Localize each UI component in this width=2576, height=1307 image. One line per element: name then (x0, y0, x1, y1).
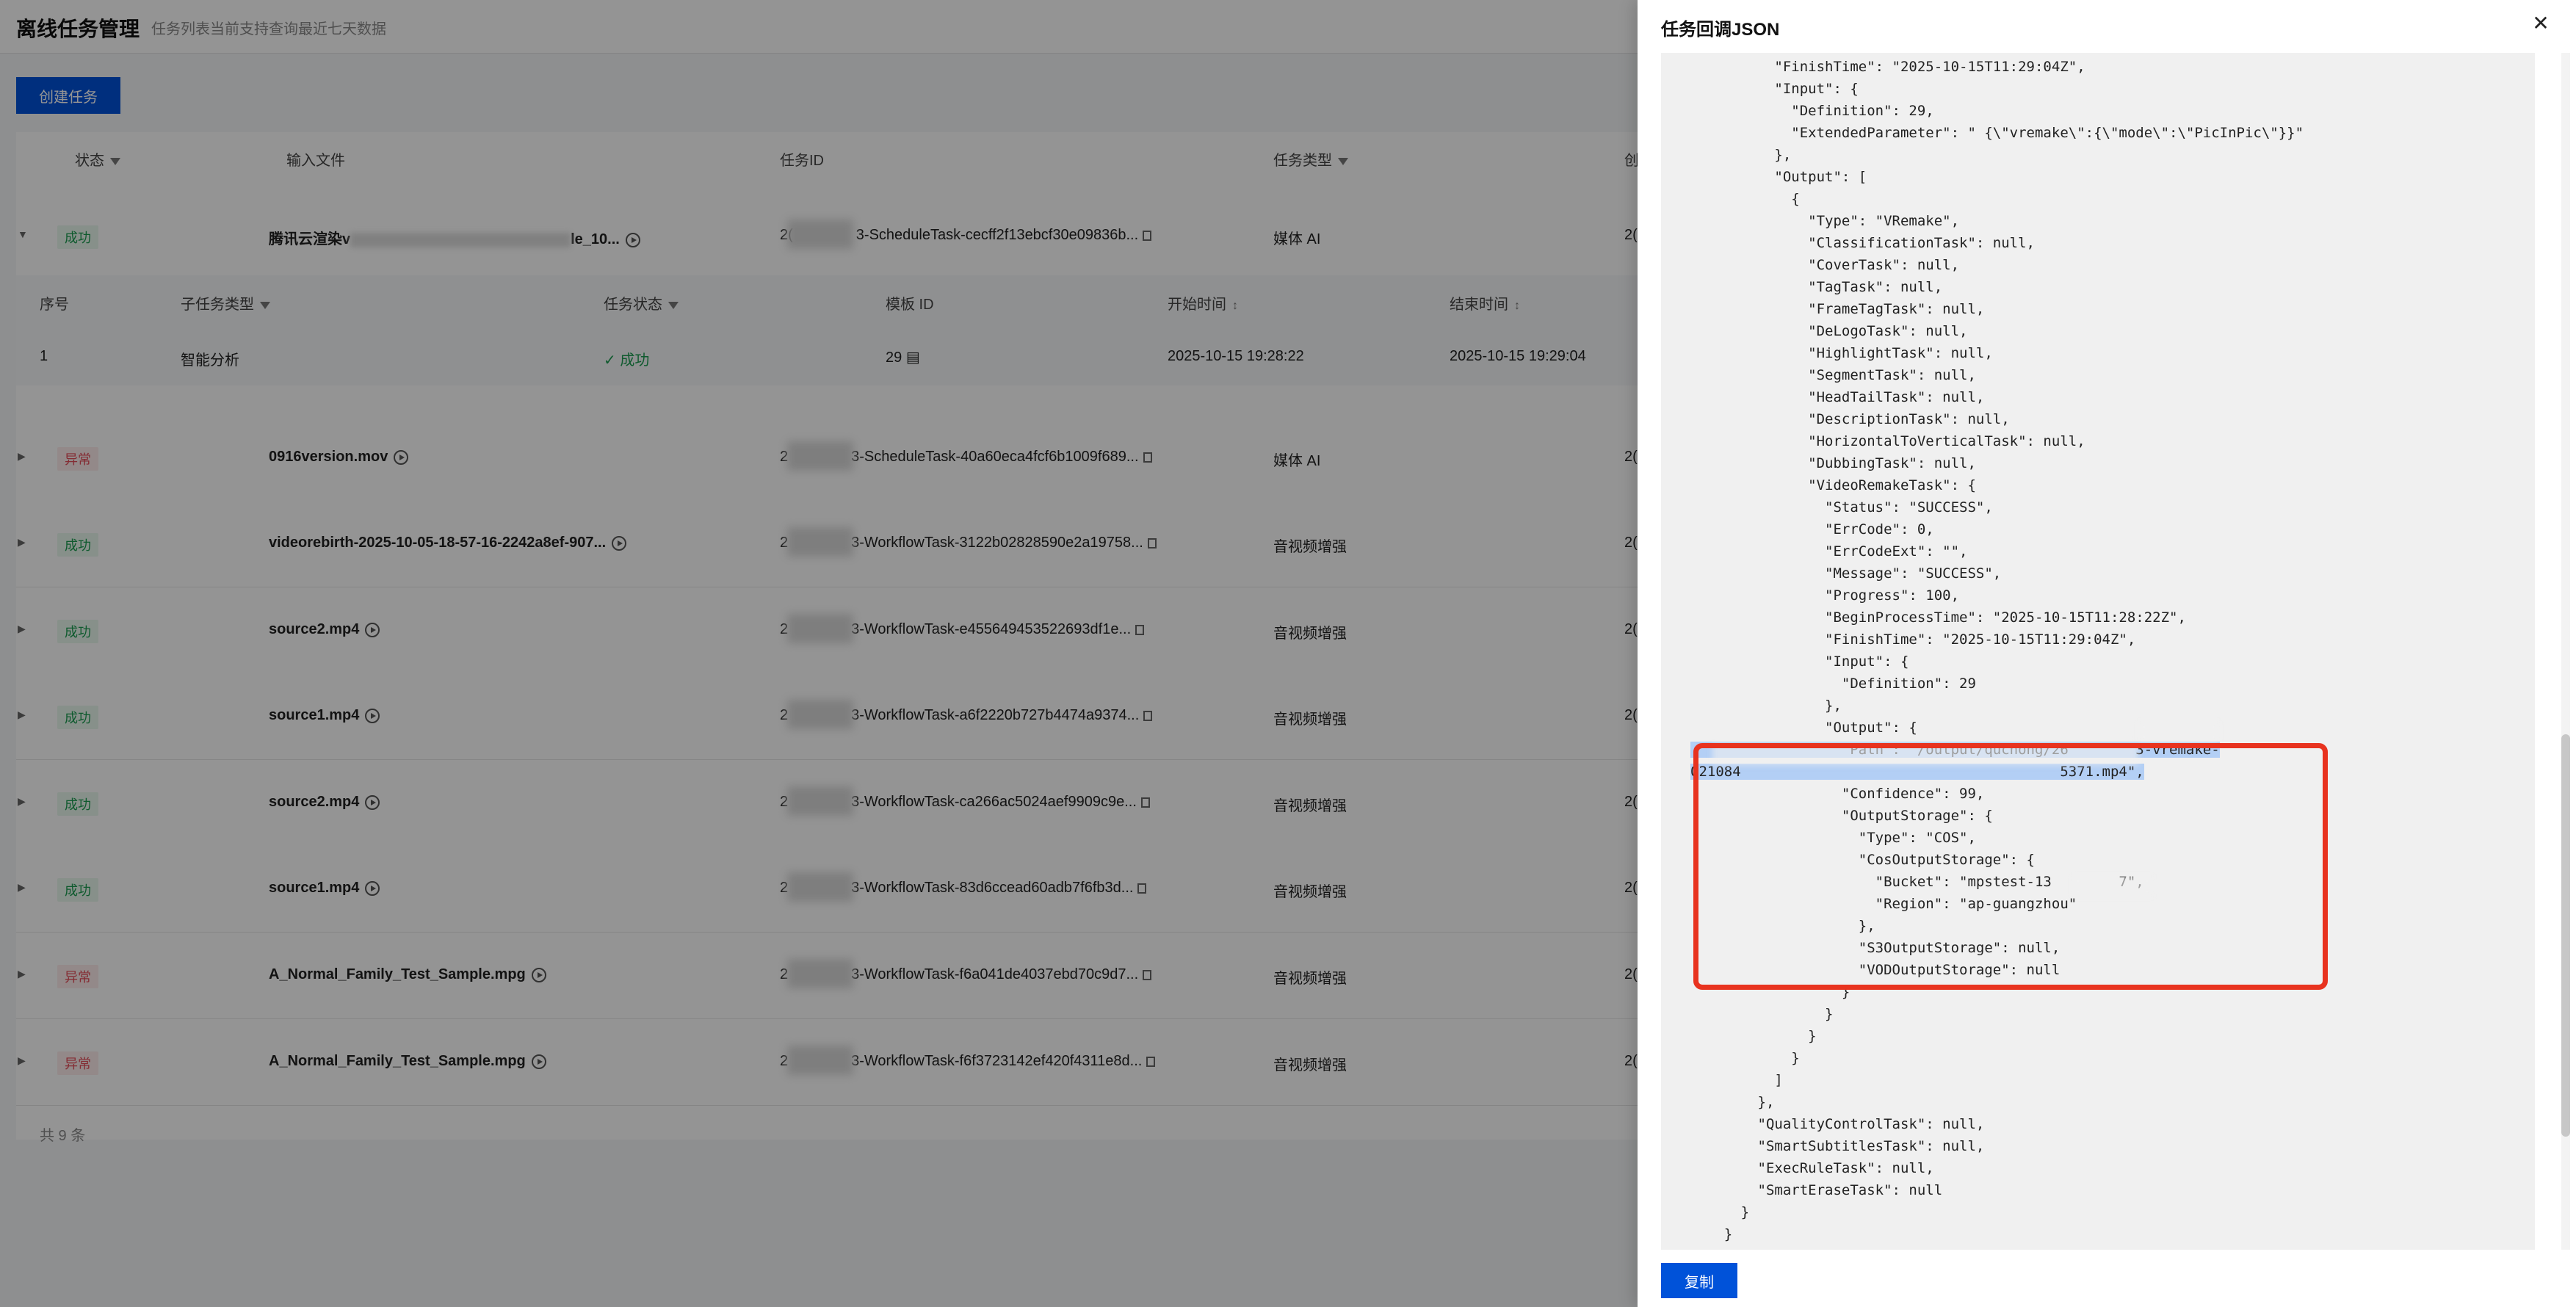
scrollbar-thumb[interactable] (2561, 734, 2570, 1137)
code-line: } (1690, 1050, 1800, 1066)
code-line: "SmartSubtitlesTask": null, (1690, 1138, 1985, 1154)
code-line: "FinishTime": "2025-10-15T11:29:04Z", (1690, 631, 2136, 648)
code-line: "Progress": 100, (1690, 587, 1960, 604)
code-line: "ExecRuleTask": null, (1690, 1160, 1934, 1176)
code-line: "QualityControlTask": null, (1690, 1116, 1985, 1132)
code-line: "ClassificationTask": null, (1690, 235, 2035, 251)
code-line: "Status": "SUCCESS", (1690, 499, 1993, 515)
code-line: }, (1690, 147, 1792, 163)
code-line: "DescriptionTask": null, (1690, 411, 2010, 427)
code-line: "HorizontalToVerticalTask": null, (1690, 433, 2085, 449)
code-line: "TagTask": null, (1690, 279, 1943, 295)
drawer-title: 任务回调JSON (1661, 20, 1780, 40)
code-line: "CoverTask": null, (1690, 257, 1960, 273)
code-line: ] (1690, 1072, 1783, 1088)
code-line: "DeLogoTask": null, (1690, 323, 1968, 339)
code-line: "ExtendedParameter": " {\"vremake\":{\"m… (1690, 125, 2304, 141)
code-line: } (1690, 1226, 1733, 1242)
code-line: "Output": [ (1690, 169, 1867, 185)
code-line: } (1690, 1028, 1817, 1044)
callback-json-drawer: 任务回调JSON ✕ "FinishTime": "2025-10-15T11:… (1638, 0, 2576, 1307)
code-line: "HeadTailTask": null, (1690, 389, 1985, 405)
code-line: "Input": { (1690, 81, 1859, 97)
code-line: "FinishTime": "2025-10-15T11:29:04Z", (1690, 59, 2085, 75)
code-line: { (1690, 191, 1800, 207)
code-line: "FrameTagTask": null, (1690, 301, 1985, 317)
json-code-viewer[interactable]: "FinishTime": "2025-10-15T11:29:04Z", "I… (1661, 53, 2535, 1250)
annotation-highlight-box (1693, 743, 2328, 990)
code-line: }, (1690, 1094, 1775, 1110)
code-line: "Definition": 29, (1690, 103, 1934, 119)
code-line: "Type": "VRemake", (1690, 213, 1960, 229)
code-line: "VideoRemakeTask": { (1690, 477, 1976, 493)
code-line: "Message": "SUCCESS", (1690, 565, 2002, 582)
code-line: "BeginProcessTime": "2025-10-15T11:28:22… (1690, 609, 2186, 626)
copy-button[interactable]: 复制 (1661, 1263, 1737, 1298)
redaction-mask (2138, 721, 2219, 743)
code-line: } (1690, 1006, 1834, 1022)
code-line: }, (1690, 698, 1842, 714)
code-line: "Output": { (1690, 720, 1917, 736)
code-line: "HighlightTask": null, (1690, 345, 1993, 361)
code-line: "DubbingTask": null, (1690, 455, 1976, 471)
code-line: "Definition": 29 (1690, 676, 1976, 692)
close-icon[interactable]: ✕ (2528, 10, 2554, 37)
code-line: ] (1690, 1245, 1715, 1250)
code-line: "Input": { (1690, 654, 1909, 670)
code-line: "ErrCodeExt": "", (1690, 543, 1968, 560)
code-line: "SmartEraseTask": null (1690, 1182, 1943, 1198)
code-line: } (1690, 1204, 1750, 1220)
code-line: "SegmentTask": null, (1690, 367, 1976, 383)
code-line: "ErrCode": 0, (1690, 521, 1934, 537)
